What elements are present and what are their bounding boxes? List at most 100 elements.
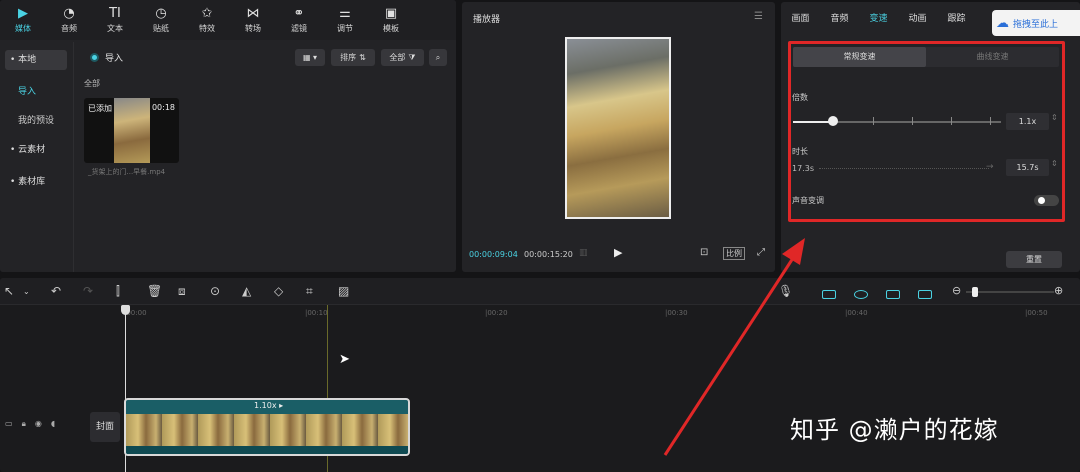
filter-funnel-icon: ⧩ (408, 52, 416, 62)
zoom-out-icon[interactable]: ⊖ (952, 284, 961, 297)
clip-audio-wave (126, 446, 408, 454)
crop-icon[interactable]: ⌗ (306, 284, 313, 299)
zoom-slider[interactable] (966, 287, 1054, 297)
timeline-ruler: |00:00 |00:10 |00:20 |00:30 |00:40 |00:5… (0, 305, 1080, 325)
sidebar-item-library[interactable]: • 素材库 (5, 172, 67, 192)
tab-effects[interactable]: ✩ 特效 (184, 0, 230, 40)
freeze-icon[interactable]: ⧈ (178, 284, 186, 299)
video-preview (565, 37, 671, 219)
tab-media[interactable]: ▶ 媒体 (0, 0, 46, 40)
reverse-icon[interactable]: ⊙ (210, 284, 220, 298)
fullscreen-fit-icon[interactable]: ⊡ (700, 247, 708, 258)
player-panel: 播放器 ☰ 00:00:09:04 00:00:15:20 ▥ ▶ ⊡ 比例 ⤢ (462, 2, 775, 272)
lock-icon[interactable]: 🔒︎ (22, 419, 26, 429)
player-title: 播放器 (473, 15, 501, 25)
ratio-button[interactable]: 比例 (723, 247, 745, 260)
sidebar-item-cloud[interactable]: • 云素材 (5, 140, 67, 160)
tab-template[interactable]: ▣ 模板 (368, 0, 414, 40)
link-main-icon[interactable] (822, 288, 836, 302)
menu-icon[interactable]: ☰ (754, 11, 763, 22)
properties-panel: 画面 音频 变速 动画 跟踪 ☁ 拖拽至此上 常规变速 曲线变速 倍数 1.1x… (781, 2, 1080, 272)
tab-audio-props[interactable]: 音频 (820, 2, 859, 36)
filter-icon: ⚭ (293, 5, 305, 21)
video-clip[interactable]: 1.10x ▸ (124, 398, 410, 456)
undo-icon[interactable]: ↶ (51, 284, 61, 298)
all-media-label: 全部 (84, 79, 100, 88)
delete-icon[interactable]: 🗑 (147, 284, 162, 298)
adjust-icon: ⚌ (339, 5, 351, 21)
preview-axis-icon[interactable] (918, 288, 932, 302)
sidebar-item-import[interactable]: 导入 (18, 84, 36, 97)
clip-filmstrip (126, 414, 408, 448)
split-icon[interactable]: ⫿ (116, 284, 120, 299)
total-time: 00:00:15:20 (524, 250, 573, 259)
current-time: 00:00:09:04 (469, 250, 518, 259)
media-toolbar: ▶ 媒体 ◔ 音频 TI 文本 ◷ 贴纸 ✩ 特效 ⋈ 转场 ⚭ 滤镜 ⚌ 调节 ▣ 模板 (0, 0, 456, 40)
view-mode-button[interactable]: ▦ ▾ (295, 49, 325, 66)
import-button[interactable]: 导入 (90, 51, 123, 64)
linkage-icon[interactable] (886, 288, 900, 302)
cloud-icon: ☁ (996, 15, 1009, 31)
clip-added-label: 已添加 (88, 104, 112, 113)
tab-picture[interactable]: 画面 (781, 2, 820, 36)
eye-icon[interactable]: ◉ (35, 419, 42, 429)
grid-icon: ▦ ▾ (302, 53, 318, 62)
import-icon (90, 53, 99, 62)
drop-here-badge[interactable]: ☁ 拖拽至此上 (992, 10, 1080, 36)
template-icon: ▣ (384, 5, 398, 21)
sort-button[interactable]: 排序 ⇅ (331, 49, 375, 66)
volume-icon[interactable]: ◖ (51, 419, 55, 429)
timeline-panel: ↖ ⌄ ↶ ↷ ⫿ 🗑 ⧈ ⊙ ◭ ◇ ⌗ ▨ 🎙 ⊖ ⊕ |00:00 |00… (0, 278, 1080, 472)
tab-audio[interactable]: ◔ 音频 (46, 0, 92, 40)
search-icon: ⌕ (435, 52, 441, 62)
tab-speed[interactable]: 变速 (859, 2, 898, 36)
playhead[interactable] (121, 305, 130, 472)
snap-icon[interactable] (854, 288, 868, 302)
chevron-down-icon[interactable]: ⌄ (23, 287, 30, 296)
text-icon: TI (109, 5, 121, 21)
reset-button[interactable]: 重置 (1006, 251, 1062, 268)
rotate-icon[interactable]: ◇ (274, 284, 283, 298)
ruler-label: |00:30 (665, 309, 688, 317)
zoom-slider-knob[interactable] (972, 287, 978, 297)
tab-animation[interactable]: 动画 (898, 2, 937, 36)
clip-duration: 00:18 (151, 103, 175, 112)
sidebar-item-presets[interactable]: 我的预设 (18, 113, 54, 126)
tab-text[interactable]: TI 文本 (92, 0, 138, 40)
clip-preview-image (114, 98, 150, 163)
ruler-label: |00:10 (305, 309, 328, 317)
microphone-icon[interactable]: 🎙 (778, 284, 793, 298)
sort-icon: ⇅ (359, 53, 366, 62)
cover-button[interactable]: 封面 (90, 412, 120, 442)
play-icon[interactable]: ▶ (614, 246, 622, 259)
image-icon[interactable]: ▨ (338, 284, 349, 298)
clip-filename: _货架上的门...早餐.mp4 (88, 168, 166, 176)
media-icon: ▶ (18, 5, 28, 21)
clip-speed-label: 1.10x ▸ (254, 401, 284, 410)
tab-transition[interactable]: ⋈ 转场 (230, 0, 276, 40)
tab-sticker[interactable]: ◷ 贴纸 (138, 0, 184, 40)
search-button[interactable]: ⌕ (429, 49, 447, 66)
select-tool-icon[interactable]: ↖ (4, 284, 14, 298)
ruler-label: |00:20 (485, 309, 508, 317)
media-clip-thumbnail[interactable]: 已添加 00:18 (84, 98, 179, 163)
highlight-box (788, 41, 1065, 222)
filter-button[interactable]: 全部 ⧩ (381, 49, 424, 66)
tab-adjust[interactable]: ⚌ 调节 (322, 0, 368, 40)
redo-icon[interactable]: ↷ (83, 284, 93, 298)
track-controls: ▭ 🔒︎ ◉ ◖ (5, 419, 55, 429)
sidebar-item-local[interactable]: • 本地 (5, 50, 67, 70)
frame-grid-icon[interactable]: ▥ (579, 248, 588, 258)
timeline-toolbar: ↖ ⌄ ↶ ↷ ⫿ 🗑 ⧈ ⊙ ◭ ◇ ⌗ ▨ 🎙 ⊖ ⊕ (0, 278, 1080, 305)
expand-icon[interactable]: ⤢ (757, 247, 765, 258)
video-track-icon[interactable]: ▭ (5, 419, 13, 429)
tab-filter[interactable]: ⚭ 滤镜 (276, 0, 322, 40)
audio-icon: ◔ (63, 5, 75, 21)
tab-tracking[interactable]: 跟踪 (937, 2, 976, 36)
watermark: 知乎 @濑户的花嫁 (790, 416, 999, 444)
mirror-icon[interactable]: ◭ (242, 284, 251, 298)
zoom-in-icon[interactable]: ⊕ (1054, 284, 1063, 297)
transition-icon: ⋈ (246, 5, 260, 21)
media-sidebar: • 本地 导入 我的预设 • 云素材 • 素材库 (0, 42, 74, 272)
effects-icon: ✩ (201, 5, 213, 21)
